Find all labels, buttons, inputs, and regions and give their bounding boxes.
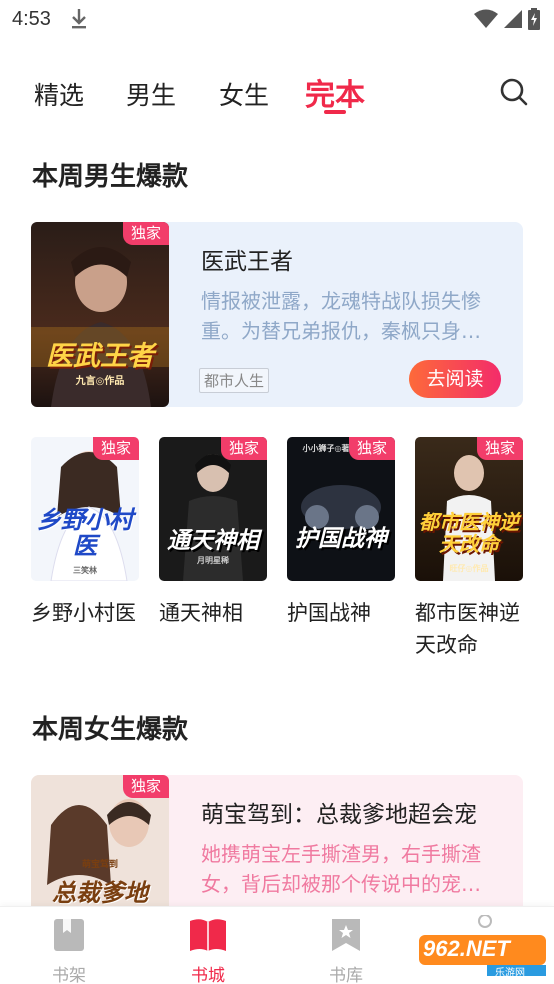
book-title[interactable]: 萌宝驾到：总裁爹地超会宠 [201, 795, 477, 829]
book-description: 她携萌宝左手撕渣男，右手撕渣女，背后却被那个传说中的宠… [201, 842, 481, 896]
section-title-female: 本周女生爆款 [32, 715, 189, 745]
book-cover[interactable]: 医武王者 九言◎作品 独家 [31, 222, 169, 407]
cover-subtitle: 萌宝驾到 [81, 860, 118, 870]
nav-library[interactable]: 书库 [306, 917, 386, 984]
book-cover[interactable]: 乡野小村医 三笑林 独家 [31, 437, 139, 581]
book-cover[interactable]: 通天神相 月明星稀 独家 [159, 437, 267, 581]
bookshelf-icon [54, 919, 84, 951]
nav-label: 书城 [191, 966, 225, 984]
cover-author: 旺仔◎作品 [449, 563, 489, 573]
book-title[interactable]: 护国战神 [287, 597, 409, 629]
exclusive-badge: 独家 [477, 437, 523, 460]
exclusive-badge: 独家 [349, 437, 395, 460]
tab-jingxuan[interactable]: 精选 [34, 76, 84, 112]
book-title[interactable]: 通天神相 [159, 597, 281, 629]
star-bookmark-icon [332, 919, 360, 951]
cover-author: 三笑林 [73, 565, 97, 575]
section-title-male: 本周男生爆款 [32, 162, 189, 192]
cover-title: 乡野小村医 [37, 505, 133, 560]
top-tabs: 精选 男生 女生 完本 [0, 66, 554, 122]
cover-title: 护国战神 [295, 525, 387, 552]
genre-tag: 都市人生 [199, 368, 270, 393]
cover-author: 九言◎作品 [75, 376, 125, 387]
download-icon [72, 9, 86, 29]
nav-label: 书库 [329, 966, 363, 984]
book-cover[interactable]: 都市医神逆天改命 旺仔◎作品 独家 [415, 437, 523, 581]
nav-label: 书架 [52, 966, 86, 984]
wifi-icon [474, 9, 498, 28]
book-description: 情报被泄露，龙魂特战队损失惨重。为替兄弟报仇，秦枫只身… [201, 289, 481, 343]
book-title[interactable]: 医武王者 [201, 242, 293, 276]
featured-book-female[interactable]: 总裁爹地 萌宝驾到 独家 萌宝驾到：总裁爹地超会宠 她携萌宝左手撕渣男，右手撕渣… [31, 775, 523, 925]
nav-bookstore[interactable]: 书城 [168, 917, 248, 984]
status-time: 4:53 [12, 8, 51, 30]
read-button[interactable]: 去阅读 [409, 360, 501, 398]
tab-female[interactable]: 女生 [219, 76, 269, 112]
status-bar: 4:53 [0, 0, 554, 40]
cover-author: 月明星稀 [197, 555, 229, 565]
cover-title: 都市医神逆天改命 [419, 510, 519, 556]
book-cover[interactable]: 总裁爹地 萌宝驾到 独家 [31, 775, 169, 925]
tab-male[interactable]: 男生 [126, 76, 176, 112]
battery-icon [528, 8, 540, 30]
exclusive-badge: 独家 [123, 775, 169, 798]
search-icon[interactable] [496, 74, 532, 110]
book-title[interactable]: 乡野小村医 [31, 597, 153, 629]
exclusive-badge: 独家 [221, 437, 267, 460]
exclusive-badge: 独家 [123, 222, 169, 245]
watermark-text: 962.NET [423, 936, 510, 961]
cover-title: 总裁爹地 [52, 878, 148, 907]
tab-completed[interactable]: 完本 [305, 70, 365, 114]
cover-title: 医武王者 [46, 341, 154, 372]
exclusive-badge: 独家 [93, 437, 139, 460]
open-book-icon [190, 919, 226, 951]
book-cover[interactable]: 护国战神 小小狮子◎著 独家 [287, 437, 395, 581]
cover-title: 通天神相 [167, 527, 259, 554]
watermark-subtext: 乐游网 [495, 968, 525, 979]
tab-indicator [324, 110, 346, 114]
site-watermark-logo: 962.NET 乐游网 [415, 914, 550, 979]
status-icons [474, 8, 540, 30]
featured-book-male[interactable]: 医武王者 九言◎作品 独家 医武王者 情报被泄露，龙魂特战队损失惨重。为替兄弟报… [31, 222, 523, 407]
book-title[interactable]: 都市医神逆天改命 [415, 597, 537, 661]
signal-icon [504, 10, 522, 28]
nav-bookshelf[interactable]: 书架 [29, 917, 109, 984]
